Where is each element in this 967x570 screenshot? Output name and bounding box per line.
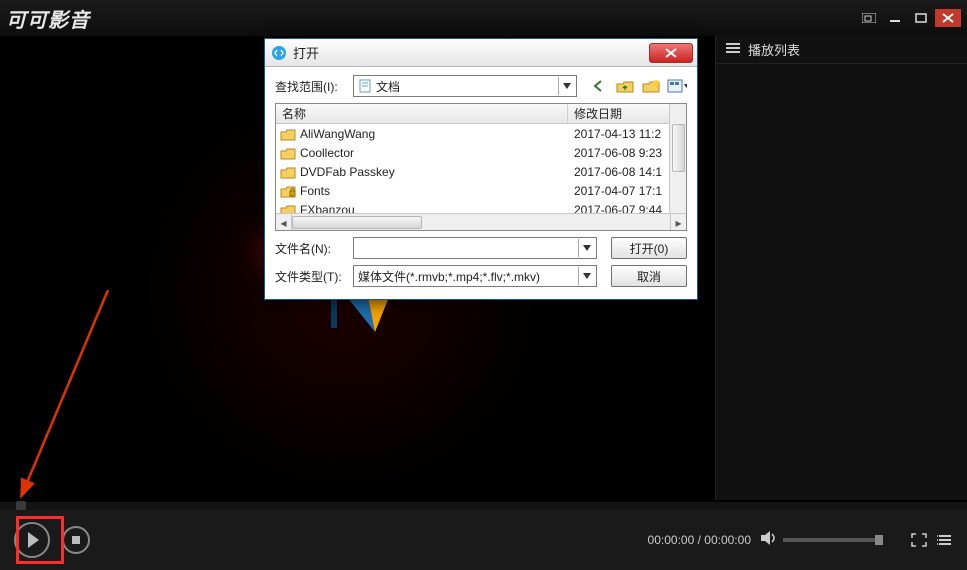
column-name[interactable]: 名称 — [276, 104, 568, 123]
filename-label: 文件名(N): — [275, 240, 347, 257]
up-one-level-button[interactable] — [615, 77, 635, 95]
minimize-button[interactable] — [883, 9, 907, 27]
folder-icon — [280, 146, 296, 160]
views-button[interactable] — [667, 77, 687, 95]
close-button[interactable] — [935, 9, 961, 27]
folder-icon — [280, 127, 296, 141]
time-current: 00:00:00 — [648, 533, 695, 547]
folder-icon — [280, 203, 296, 214]
file-row[interactable]: DVDFab Passkey2017-06-08 14:1 — [276, 162, 686, 181]
chevron-down-icon[interactable] — [578, 267, 594, 285]
file-name: Fonts — [300, 184, 568, 198]
file-name: DVDFab Passkey — [300, 165, 568, 179]
back-button[interactable] — [589, 77, 609, 95]
playlist-title: 播放列表 — [748, 40, 800, 59]
annotation-highlight — [16, 516, 64, 564]
time-total: 00:00:00 — [704, 533, 751, 547]
titlebar: 可可影音 — [0, 0, 967, 36]
look-in-value: 文档 — [376, 78, 558, 95]
open-button[interactable]: 打开(0) — [611, 237, 687, 259]
file-row[interactable]: AliWangWang2017-04-13 11:2 — [276, 124, 686, 143]
playlist-menu-icon[interactable] — [726, 42, 740, 57]
playback-controls: 00:00:00 / 00:00:00 — [0, 510, 967, 570]
filetype-label: 文件类型(T): — [275, 268, 347, 285]
mini-mode-button[interactable] — [857, 9, 881, 27]
volume-icon[interactable] — [761, 531, 777, 550]
maximize-button[interactable] — [909, 9, 933, 27]
open-file-dialog: 打开 查找范围(I): 文档 — [264, 38, 698, 300]
annotation-arrow — [8, 280, 128, 500]
dialog-app-icon — [271, 45, 287, 61]
folder-icon — [280, 165, 296, 179]
vertical-scrollbar[interactable] — [669, 104, 686, 213]
new-folder-button[interactable] — [641, 77, 661, 95]
stop-icon — [72, 536, 80, 544]
chevron-down-icon[interactable] — [578, 239, 594, 257]
filename-input[interactable] — [353, 237, 597, 259]
playlist-sidebar: 播放列表 — [715, 36, 967, 500]
dialog-close-button[interactable] — [649, 43, 693, 63]
cancel-button[interactable]: 取消 — [611, 265, 687, 287]
file-list[interactable]: 名称 修改日期 AliWangWang2017-04-13 11:2Coolle… — [275, 103, 687, 231]
file-name: FXbanzou — [300, 203, 568, 214]
file-row[interactable]: FXbanzou2017-06-07 9:44 — [276, 200, 686, 213]
document-icon — [358, 79, 372, 93]
fullscreen-button[interactable] — [911, 533, 927, 547]
look-in-combo[interactable]: 文档 — [353, 75, 577, 97]
h-scroll-right[interactable]: ▸ — [670, 214, 686, 231]
h-scroll-left[interactable]: ◂ — [276, 214, 292, 231]
dialog-title: 打开 — [293, 43, 649, 62]
folder-icon — [280, 184, 296, 198]
stop-button[interactable] — [62, 526, 90, 554]
filetype-value: 媒体文件(*.rmvb;*.mp4;*.flv;*.mkv) — [358, 268, 578, 285]
horizontal-scrollbar[interactable]: ◂ ▸ — [276, 213, 686, 230]
look-in-label: 查找范围(I): — [275, 78, 347, 95]
chevron-down-icon[interactable] — [558, 77, 574, 95]
app-title: 可可影音 — [6, 4, 90, 33]
file-row[interactable]: Coollector2017-06-08 9:23 — [276, 143, 686, 162]
time-display: 00:00:00 / 00:00:00 — [648, 533, 751, 547]
file-list-header[interactable]: 名称 修改日期 — [276, 104, 686, 124]
file-name: AliWangWang — [300, 127, 568, 141]
file-name: Coollector — [300, 146, 568, 160]
playlist-toggle-button[interactable] — [937, 533, 953, 547]
dialog-titlebar[interactable]: 打开 — [265, 39, 697, 67]
seek-bar[interactable] — [0, 502, 967, 510]
volume-knob[interactable] — [875, 535, 883, 545]
file-row[interactable]: Fonts2017-04-07 17:1 — [276, 181, 686, 200]
v-scroll-thumb[interactable] — [672, 124, 685, 172]
filetype-combo[interactable]: 媒体文件(*.rmvb;*.mp4;*.flv;*.mkv) — [353, 265, 597, 287]
h-scroll-thumb[interactable] — [292, 216, 422, 229]
volume-slider[interactable] — [783, 538, 883, 542]
